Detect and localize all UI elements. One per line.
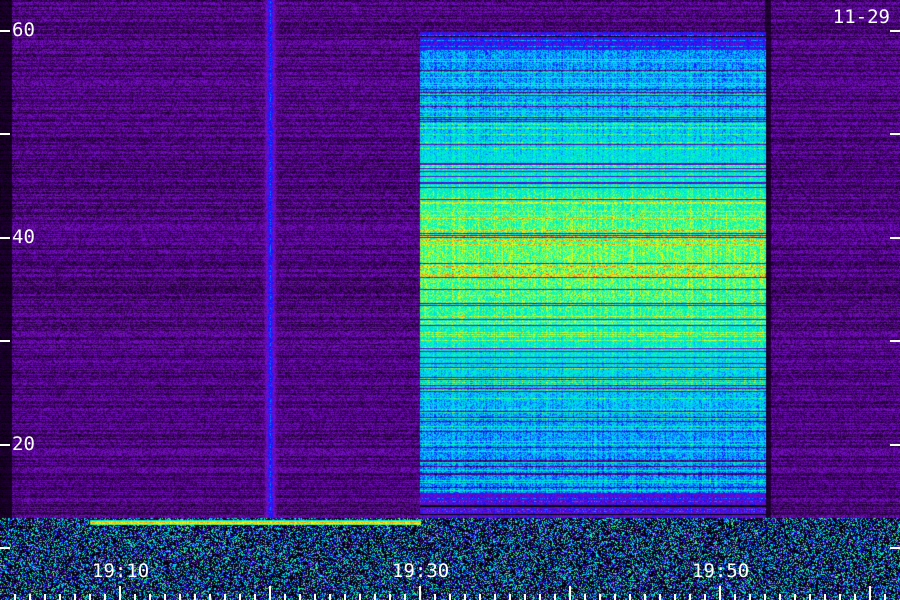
x-minor-tick <box>104 594 106 600</box>
x-tick-label: 19:50 <box>692 560 750 582</box>
x-minor-tick <box>539 594 541 600</box>
x-minor-tick <box>254 594 256 600</box>
x-major-tick <box>569 586 571 600</box>
x-minor-tick <box>524 594 526 600</box>
y-tick-left <box>0 133 10 136</box>
x-minor-tick <box>629 594 631 600</box>
x-minor-tick <box>209 594 211 600</box>
x-minor-tick <box>44 594 46 600</box>
x-minor-tick <box>239 594 241 600</box>
y-tick-left <box>0 340 10 343</box>
x-minor-tick <box>479 594 481 600</box>
x-minor-tick <box>59 594 61 600</box>
y-tick-right <box>890 30 900 33</box>
x-minor-tick <box>794 594 796 600</box>
x-minor-tick <box>179 594 181 600</box>
x-minor-tick <box>29 594 31 600</box>
x-minor-tick <box>284 594 286 600</box>
y-tick-left <box>0 443 10 446</box>
spectrogram-plot <box>0 0 900 600</box>
x-minor-tick <box>614 594 616 600</box>
x-minor-tick <box>689 594 691 600</box>
y-tick-left <box>0 236 10 239</box>
x-major-tick <box>119 586 121 600</box>
x-minor-tick <box>509 594 511 600</box>
y-tick-left <box>0 30 10 33</box>
date-label: 11-29 <box>832 6 890 28</box>
x-minor-tick <box>134 594 136 600</box>
x-minor-tick <box>884 594 886 600</box>
y-tick-right <box>890 340 900 343</box>
x-minor-tick <box>359 594 361 600</box>
x-minor-tick <box>599 594 601 600</box>
spectrogram-chart: 11-29 60 40 20 19:10 19:30 19:50 <box>0 0 900 600</box>
y-tick-right <box>890 547 900 550</box>
x-minor-tick <box>314 594 316 600</box>
x-tick-label: 19:10 <box>92 560 150 582</box>
x-minor-tick <box>374 594 376 600</box>
x-minor-tick <box>779 594 781 600</box>
x-major-tick <box>419 586 421 600</box>
x-minor-tick <box>839 594 841 600</box>
x-major-tick <box>269 586 271 600</box>
x-minor-tick <box>299 594 301 600</box>
y-tick-label: 40 <box>12 225 35 248</box>
x-minor-tick <box>659 594 661 600</box>
x-minor-tick <box>674 594 676 600</box>
x-minor-tick <box>464 594 466 600</box>
x-minor-tick <box>764 594 766 600</box>
x-minor-tick <box>329 594 331 600</box>
x-minor-tick <box>224 594 226 600</box>
x-minor-tick <box>434 594 436 600</box>
x-minor-tick <box>854 594 856 600</box>
x-minor-tick <box>734 594 736 600</box>
x-minor-tick <box>404 594 406 600</box>
x-minor-tick <box>14 594 16 600</box>
x-minor-tick <box>554 594 556 600</box>
x-minor-tick <box>89 594 91 600</box>
x-major-tick <box>869 586 871 600</box>
y-tick-label: 60 <box>12 19 35 42</box>
x-minor-tick <box>194 594 196 600</box>
x-minor-tick <box>704 594 706 600</box>
y-tick-right <box>890 236 900 239</box>
x-minor-tick <box>74 594 76 600</box>
y-tick-label: 20 <box>12 432 35 455</box>
x-minor-tick <box>164 594 166 600</box>
y-tick-right <box>890 443 900 446</box>
x-minor-tick <box>809 594 811 600</box>
x-minor-tick <box>449 594 451 600</box>
x-minor-tick <box>149 594 151 600</box>
y-tick-left <box>0 547 10 550</box>
x-minor-tick <box>824 594 826 600</box>
x-minor-tick <box>344 594 346 600</box>
x-minor-tick <box>584 594 586 600</box>
x-minor-tick <box>749 594 751 600</box>
x-minor-tick <box>389 594 391 600</box>
x-major-tick <box>719 586 721 600</box>
x-minor-tick <box>644 594 646 600</box>
x-minor-tick <box>494 594 496 600</box>
y-tick-right <box>890 133 900 136</box>
x-tick-label: 19:30 <box>392 560 450 582</box>
